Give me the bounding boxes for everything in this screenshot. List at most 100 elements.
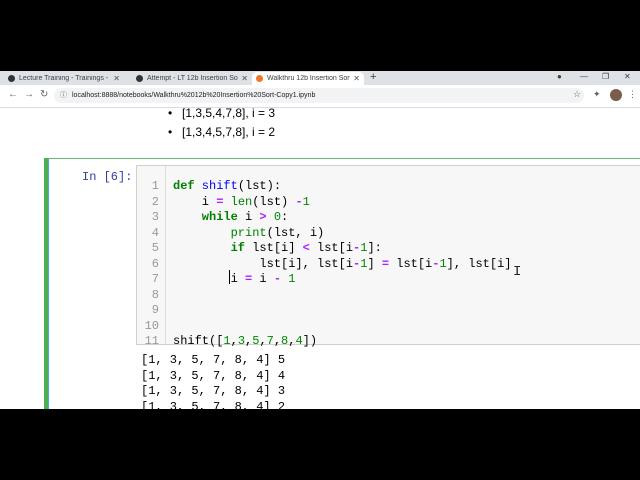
- code-text: i: [237, 210, 260, 224]
- output-line: [1, 3, 5, 7, 8, 4] 5: [141, 353, 286, 367]
- close-window-icon[interactable]: ✕: [624, 72, 631, 81]
- close-icon[interactable]: ✕: [353, 74, 360, 83]
- minimize-icon[interactable]: —: [580, 72, 588, 81]
- maximize-icon[interactable]: ❐: [602, 72, 609, 81]
- output-line: [1, 3, 5, 7, 8, 4] 4: [141, 368, 286, 383]
- cell-output: [1, 3, 5, 7, 8, 4] 5 [1, 3, 5, 7, 8, 4] 4…: [141, 353, 285, 409]
- code-text: ]: [367, 256, 382, 271]
- tab-title: Lecture Training - Trainings - 20...: [19, 75, 110, 82]
- code-text: i: [173, 194, 217, 209]
- output-line: [1, 3, 5, 7, 8, 4] 3: [141, 384, 286, 398]
- operator: <: [302, 241, 310, 255]
- line-number: 11: [144, 334, 159, 348]
- ibeam-cursor-icon: I: [513, 264, 522, 280]
- keyword: if: [173, 241, 246, 255]
- code-text: (lst):: [237, 179, 282, 193]
- tab-strip: Lecture Training - Trainings - 20... ✕ A…: [0, 71, 640, 85]
- number: 4: [295, 334, 303, 348]
- code-text: (lst): [252, 194, 296, 209]
- keyword: while: [173, 210, 238, 224]
- line-number: 7: [151, 272, 159, 286]
- code-line: i = len(lst) -1: [173, 195, 310, 209]
- code-line: shift([1,3,5,7,8,4]): [173, 334, 317, 348]
- code-line: if lst[i] < lst[i-1]:: [173, 241, 382, 255]
- code-text: :: [281, 210, 289, 224]
- code-text: (lst, i): [266, 225, 325, 240]
- new-tab-icon[interactable]: +: [370, 71, 376, 83]
- extensions-icon[interactable]: ✦: [593, 89, 601, 100]
- number: 1: [223, 334, 231, 348]
- text-cursor: [229, 270, 230, 284]
- number: 1: [439, 256, 447, 271]
- close-icon[interactable]: ✕: [241, 74, 248, 83]
- code-editor[interactable]: 1 2 3 4 5 6 7 8 9 10 11 def shift(lst): …: [136, 165, 640, 348]
- code-text: lst[i]: [245, 241, 303, 255]
- code-text: lst[i: [389, 256, 433, 271]
- output-line: [1, 3, 5, 7, 8, 4] 2: [141, 399, 286, 410]
- profile-menu-icon[interactable]: ●: [557, 72, 562, 81]
- operator: -: [295, 194, 303, 209]
- avatar[interactable]: [610, 89, 622, 101]
- operator: =: [381, 256, 390, 271]
- address-bar[interactable]: ⓘ localhost:8888/notebooks/Walkthru%2012…: [54, 88, 584, 103]
- builtin: print: [173, 225, 267, 240]
- keyword: def: [173, 179, 195, 193]
- line-number-gutter: 1 2 3 4 5 6 7 8 9 10 11: [137, 166, 166, 348]
- operator: -: [273, 272, 282, 286]
- code-text: i: [173, 272, 246, 286]
- code-text: lst[i], lst[i: [173, 256, 354, 271]
- code-text: lst[i: [309, 241, 354, 255]
- notebook-area: [1,3,5,4,7,8], i = 3 [1,3,4,5,7,8], i = …: [0, 104, 640, 409]
- line-number: 4: [151, 225, 159, 240]
- code-line: i = i - 1: [173, 272, 296, 286]
- code-text: shift([: [173, 334, 224, 348]
- line-number: 8: [151, 287, 159, 302]
- number: 0: [273, 210, 282, 224]
- line-number: 9: [151, 303, 159, 317]
- list-item: [1,3,5,4,7,8], i = 3: [166, 104, 275, 123]
- function-name: shift: [194, 179, 238, 193]
- code-text: ,: [259, 334, 267, 348]
- browser-toolbar: ← → ↻ ⓘ localhost:8888/notebooks/Walkthr…: [0, 85, 640, 108]
- bullet-list: [1,3,5,4,7,8], i = 3 [1,3,4,5,7,8], i = …: [166, 104, 275, 142]
- operator: >: [259, 210, 267, 224]
- line-number: 6: [151, 256, 159, 271]
- jupyter-icon: [256, 75, 263, 82]
- input-prompt: In [6]:: [82, 170, 133, 184]
- code-text: ,: [273, 334, 282, 348]
- reload-icon[interactable]: ↻: [40, 89, 48, 100]
- forward-icon[interactable]: →: [24, 89, 34, 100]
- code-line: def shift(lst):: [173, 179, 281, 193]
- code-line: lst[i], lst[i-1] = lst[i-1], lst[i]: [173, 257, 511, 271]
- bookmark-star-icon[interactable]: ☆: [573, 89, 581, 100]
- line-number: 1: [151, 179, 159, 193]
- github-icon: [8, 75, 15, 82]
- code-text: ]:: [367, 241, 382, 255]
- code-text: ,: [230, 334, 238, 348]
- code-text: ]): [302, 334, 318, 348]
- tab-walkthru[interactable]: Walkthru 12b Insertion Sort-Copy... ✕: [252, 72, 364, 85]
- kebab-menu-icon[interactable]: ⋮: [628, 89, 637, 100]
- cell-edit-indicator: [44, 158, 48, 409]
- list-item: [1,3,4,5,7,8], i = 2: [166, 123, 275, 142]
- number: 7: [266, 334, 274, 348]
- builtin: len: [230, 194, 253, 209]
- close-icon[interactable]: ✕: [113, 74, 120, 83]
- url-text: localhost:8888/notebooks/Walkthru%2012b%…: [72, 92, 316, 99]
- tab-attempt[interactable]: Attempt - LT 12b Insertion Sort... ✕: [132, 72, 252, 85]
- tab-lecture-training[interactable]: Lecture Training - Trainings - 20... ✕: [4, 72, 124, 85]
- line-number: 3: [151, 210, 159, 224]
- github-icon: [136, 75, 143, 82]
- code-line: while i > 0:: [173, 210, 288, 224]
- line-number: 2: [151, 194, 159, 209]
- markdown-cell[interactable]: [1,3,5,4,7,8], i = 3 [1,3,4,5,7,8], i = …: [30, 104, 640, 158]
- line-number: 5: [151, 241, 159, 255]
- code-text: i: [252, 272, 274, 286]
- tab-title: Attempt - LT 12b Insertion Sort...: [147, 75, 239, 82]
- code-line: print(lst, i): [173, 225, 325, 240]
- tab-title: Walkthru 12b Insertion Sort-Copy...: [267, 75, 350, 82]
- back-icon[interactable]: ←: [8, 89, 18, 100]
- info-icon[interactable]: ⓘ: [60, 88, 67, 103]
